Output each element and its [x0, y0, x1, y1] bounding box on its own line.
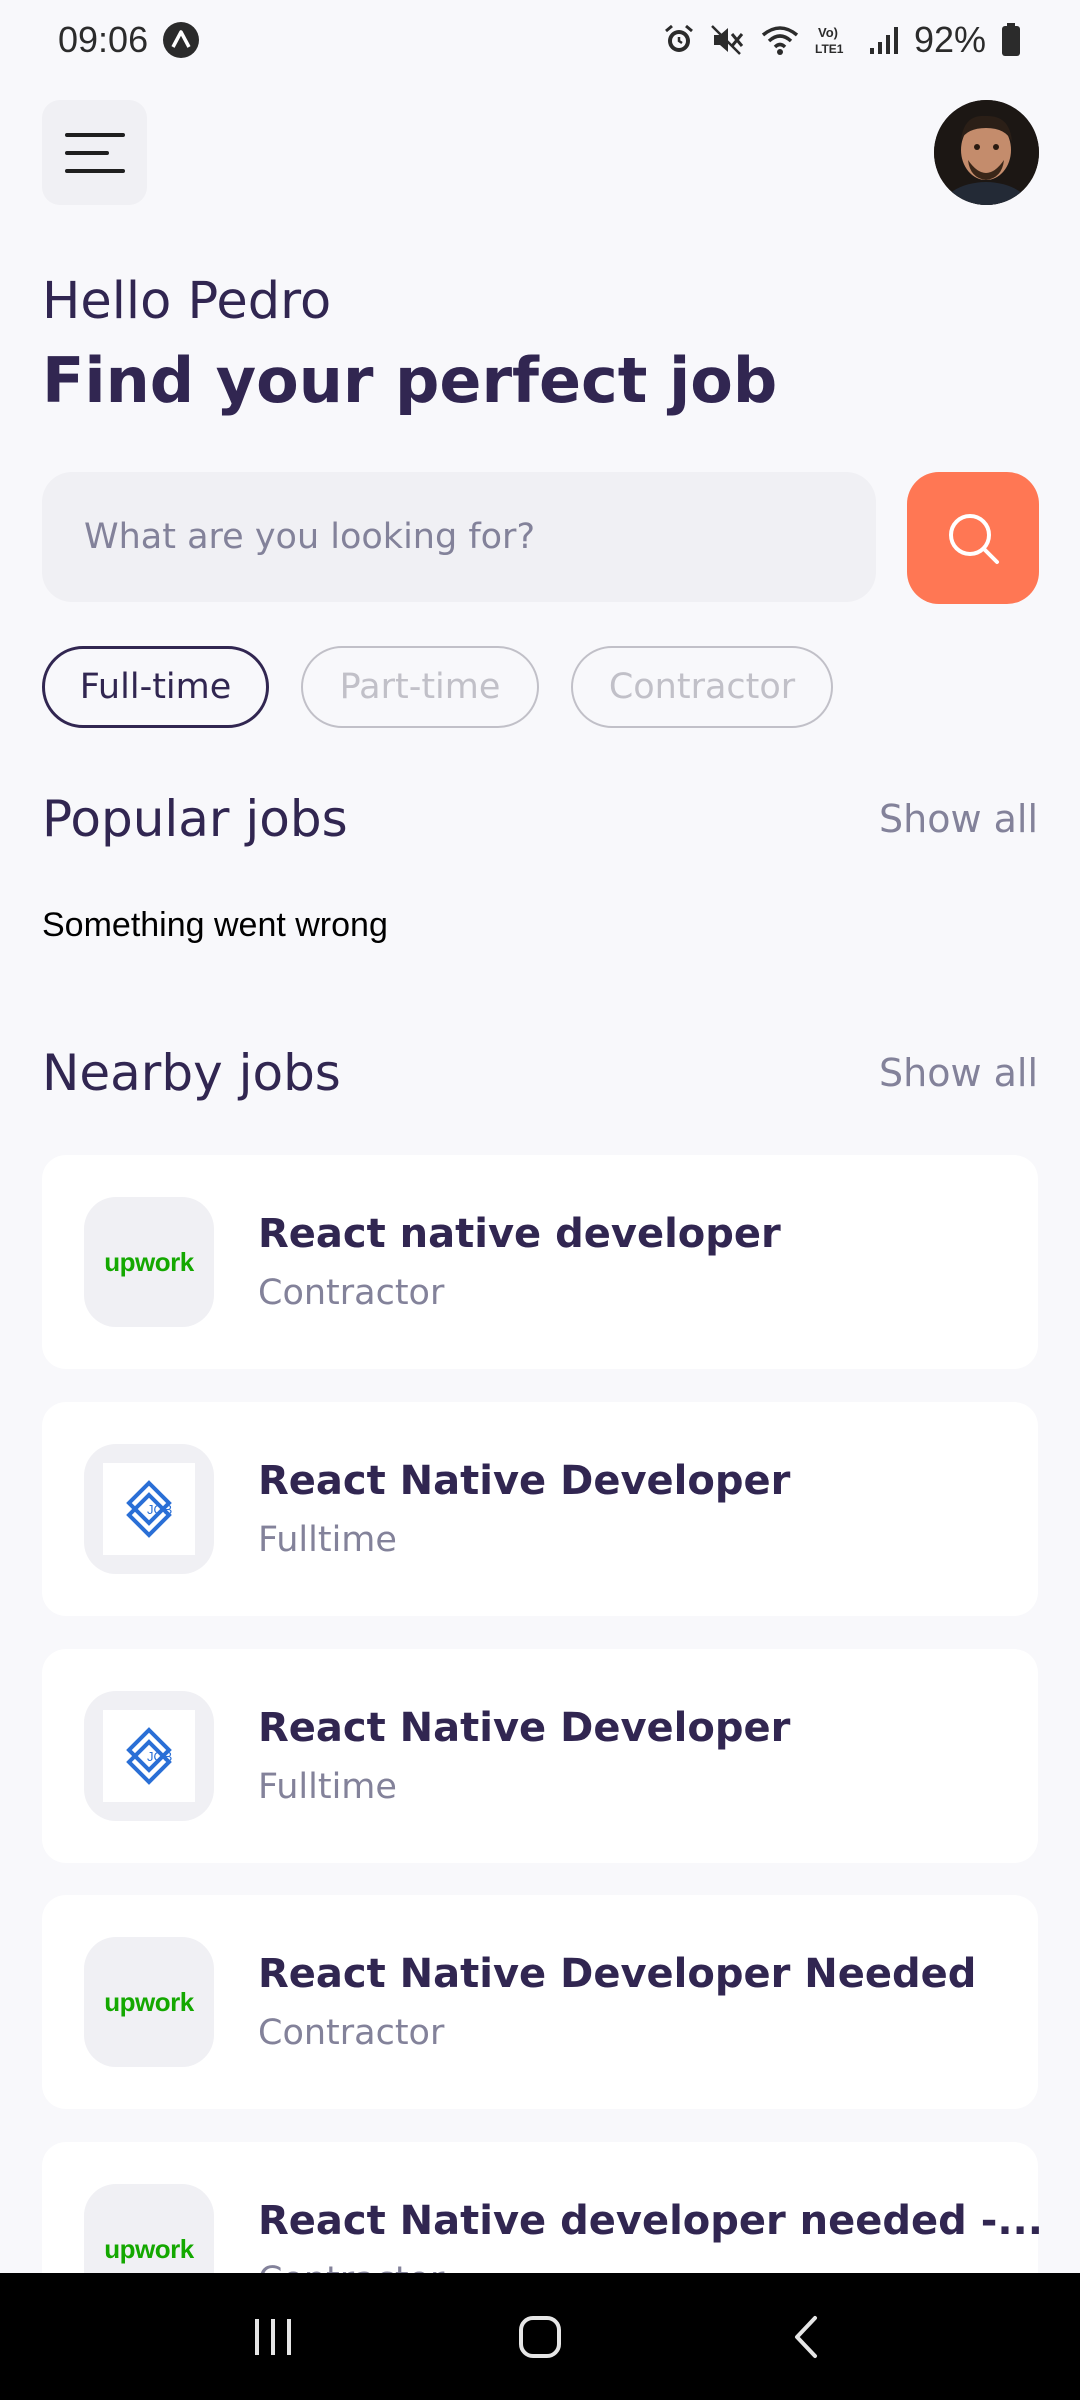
job-title: React Native developer needed -...	[258, 2198, 1043, 2244]
nearby-job-card[interactable]: upwork React Native Developer Needed Con…	[42, 1895, 1038, 2109]
nearby-jobs-title: Nearby jobs	[42, 1044, 341, 1102]
tab-part-time[interactable]: Part-time	[301, 646, 539, 728]
status-bar: 09:06 Vo) LTE1 92%	[0, 0, 1080, 80]
popular-show-all-link[interactable]: Show all	[879, 797, 1038, 841]
volte-icon: Vo) LTE1	[814, 23, 854, 57]
hamburger-menu-icon	[64, 132, 125, 173]
company-logo: upwork	[84, 1197, 214, 1327]
nearby-job-card[interactable]: upwork React native developer Contractor	[42, 1155, 1038, 1369]
svg-text:JOB: JOB	[147, 1502, 172, 1517]
popular-jobs-title: Popular jobs	[42, 790, 348, 848]
recent-apps-button[interactable]	[213, 2297, 333, 2377]
nearby-show-all-link[interactable]: Show all	[879, 1051, 1038, 1095]
search-input[interactable]	[84, 517, 876, 557]
nearby-jobs-header: Nearby jobs Show all	[42, 1044, 1038, 1102]
screen: 09:06 Vo) LTE1 92% Hello Pedro Find your…	[0, 0, 1080, 2400]
back-icon	[794, 2315, 817, 2358]
greeting-text: Hello Pedro	[42, 272, 332, 331]
job-text: React Native Developer Fulltime	[258, 1458, 790, 1560]
back-button[interactable]	[747, 2297, 867, 2377]
job-title: React native developer	[258, 1211, 781, 1257]
job-logo-icon: JOB	[103, 1463, 195, 1555]
company-logo: upwork	[84, 1937, 214, 2067]
popular-jobs-header: Popular jobs Show all	[42, 790, 1038, 848]
svg-text:Vo): Vo)	[818, 25, 838, 40]
nearby-job-card[interactable]: JOB React Native Developer Fulltime	[42, 1402, 1038, 1616]
alarm-icon	[662, 23, 696, 57]
nearby-job-card[interactable]: JOB React Native Developer Fulltime	[42, 1649, 1038, 1863]
search-icon	[949, 514, 999, 564]
menu-button[interactable]	[42, 100, 147, 205]
svg-text:JOB: JOB	[147, 1749, 172, 1764]
home-button[interactable]	[480, 2297, 600, 2377]
battery-percent: 92%	[913, 19, 986, 60]
svg-text:LTE1: LTE1	[815, 42, 844, 56]
battery-icon	[1000, 22, 1022, 58]
job-logo-icon: JOB	[103, 1710, 195, 1802]
job-text: React Native Developer Needed Contractor	[258, 1951, 976, 2053]
job-type: Contractor	[258, 1273, 445, 1313]
recent-apps-icon	[255, 2318, 292, 2355]
mute-icon	[710, 23, 746, 57]
search-button[interactable]	[907, 472, 1039, 604]
job-title: React Native Developer	[258, 1458, 791, 1504]
company-logo: JOB	[84, 1691, 214, 1821]
job-title: React Native Developer Needed	[258, 1951, 977, 1997]
system-nav-bar	[0, 2273, 1080, 2400]
job-type: Fulltime	[258, 1520, 397, 1560]
status-right: Vo) LTE1 92%	[662, 19, 1022, 61]
job-title: React Native Developer	[258, 1705, 791, 1751]
popular-jobs-error: Something went wrong	[42, 906, 388, 944]
wifi-icon	[760, 23, 800, 57]
job-text: React native developer Contractor	[258, 1211, 781, 1313]
upwork-logo-icon: upwork	[104, 1986, 194, 2017]
job-text: React Native Developer Fulltime	[258, 1705, 790, 1807]
job-type: Fulltime	[258, 1767, 397, 1807]
profile-avatar[interactable]	[934, 100, 1039, 205]
job-type-tabs: Full-time Part-time Contractor	[42, 646, 833, 728]
page-title: Find your perfect job	[42, 344, 778, 417]
tab-contractor[interactable]: Contractor	[571, 646, 833, 728]
job-type: Contractor	[258, 2013, 445, 2053]
upwork-logo-icon: upwork	[104, 2233, 194, 2264]
expo-go-icon	[162, 21, 200, 59]
upwork-logo-icon: upwork	[104, 1246, 194, 1277]
status-left: 09:06	[58, 19, 200, 61]
signal-icon	[868, 24, 900, 56]
tab-full-time[interactable]: Full-time	[42, 646, 269, 728]
company-logo: JOB	[84, 1444, 214, 1574]
home-icon	[518, 2315, 561, 2358]
status-time: 09:06	[58, 19, 149, 60]
search-box	[42, 472, 876, 602]
